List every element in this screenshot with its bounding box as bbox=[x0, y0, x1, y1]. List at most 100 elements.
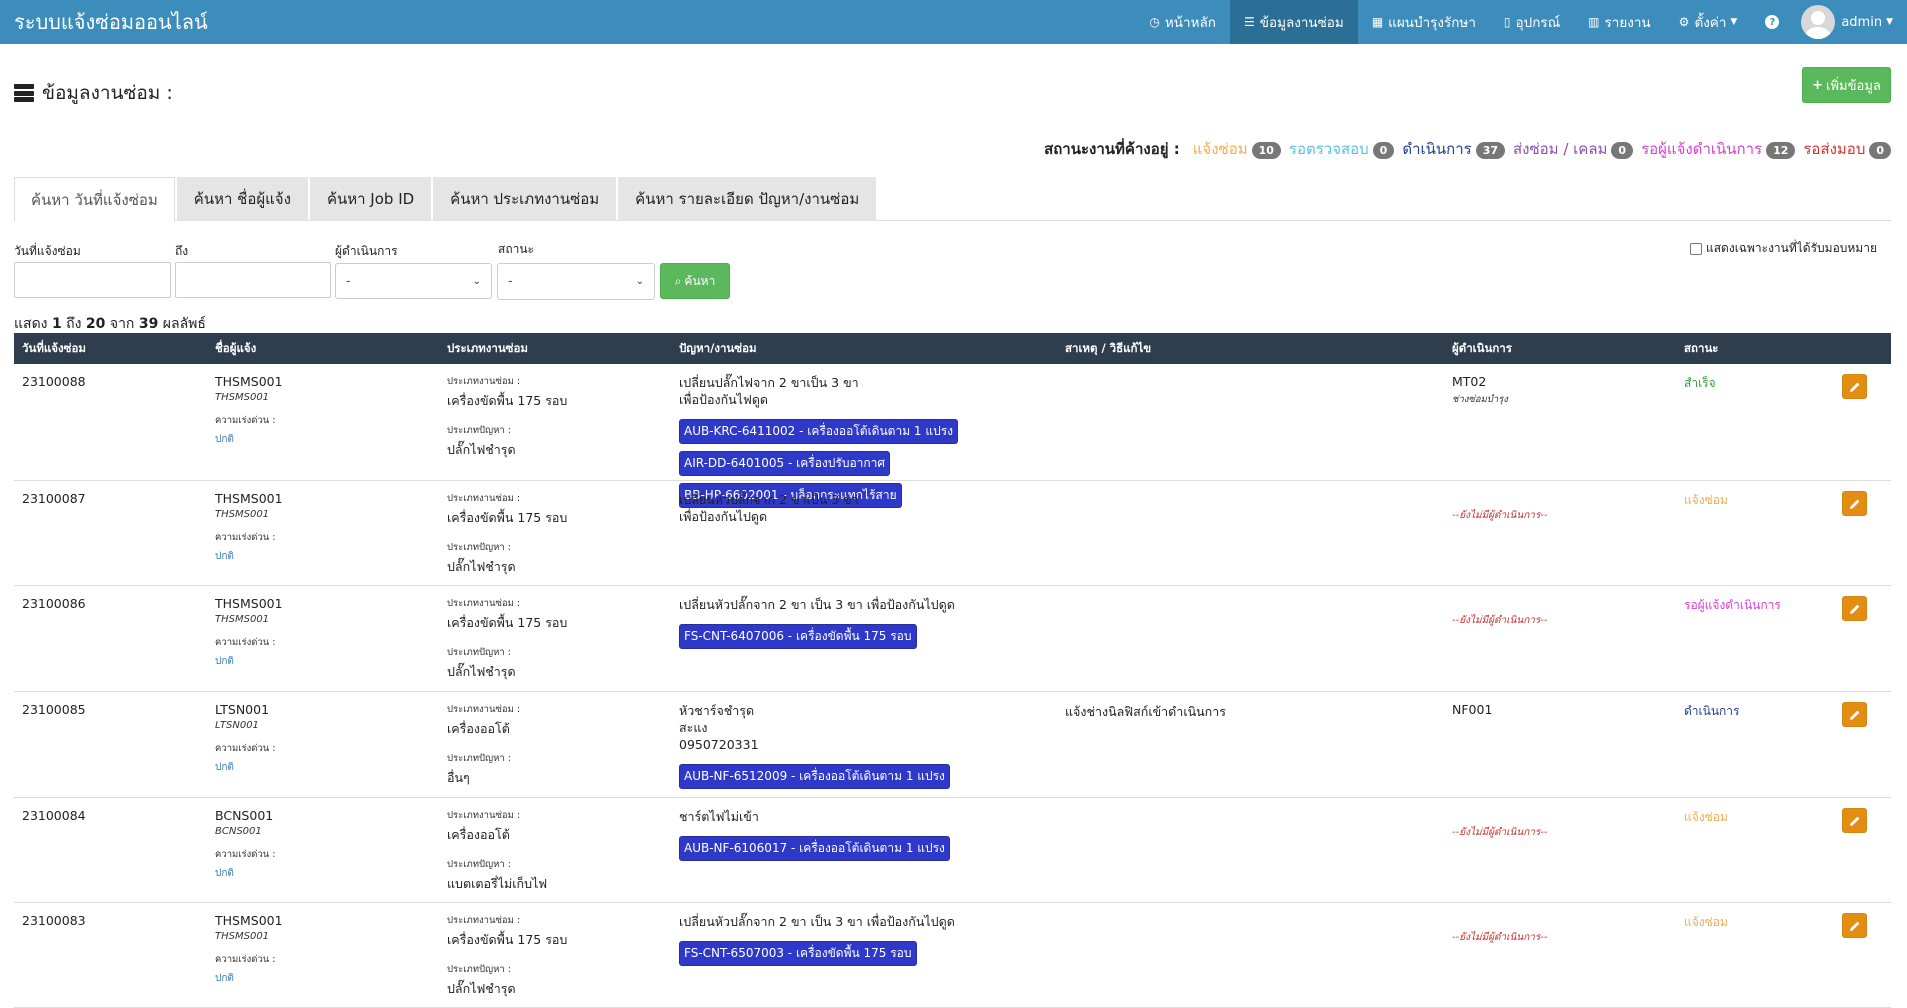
status-badge: 0 bbox=[1869, 142, 1891, 159]
status-label: รอตรวจสอบ bbox=[1288, 140, 1369, 158]
tab-search-repair-type[interactable]: ค้นหา ประเภทงานซ่อม bbox=[433, 177, 617, 221]
operator-select[interactable]: - ⌄ bbox=[335, 263, 492, 299]
status-label: ส่งซ่อม / เคลม bbox=[1513, 140, 1608, 158]
problem-text: หัวชาร์จชำรุด สะแง 0950720331 bbox=[679, 703, 759, 752]
status-pending-check[interactable]: รอตรวจสอบ 0 bbox=[1288, 137, 1395, 161]
result-to: 20 bbox=[85, 316, 106, 332]
mobile-icon: ▯ bbox=[1503, 15, 1511, 29]
header-repair-type[interactable]: ประเภทงานซ่อม bbox=[439, 340, 671, 358]
job-id[interactable]: 23100084 bbox=[22, 808, 199, 823]
assigned-only-toggle[interactable]: แสดงเฉพาะงานที่ได้รับมอบหมาย bbox=[1689, 239, 1877, 258]
header-problem[interactable]: ปัญหา/งานซ่อม bbox=[671, 340, 1057, 358]
repair-type-label: ประเภทงานซ่อม : bbox=[447, 915, 521, 926]
tab-search-reporter[interactable]: ค้นหา ชื่อผู้แจ้ง bbox=[176, 177, 308, 221]
asset-tags: FS-CNT-6507003 - เครื่องขัดพื้น 175 รอบ bbox=[679, 934, 1049, 966]
table-header: วันที่แจ้งซ่อม ชื่อผู้แจ้ง ประเภทงานซ่อม… bbox=[14, 333, 1891, 364]
cause-text: แจ้งช่างนิลฟิสก์เข้าดำเนินการ bbox=[1065, 704, 1226, 719]
asset-tag[interactable]: FS-CNT-6407006 - เครื่องขัดพื้น 175 รอบ bbox=[679, 624, 917, 649]
tab-search-job-id[interactable]: ค้นหา Job ID bbox=[309, 177, 432, 221]
nav-settings[interactable]: ⚙ ตั้งค่า ▼ bbox=[1665, 0, 1752, 44]
nav-reports-label: รายงาน bbox=[1604, 15, 1651, 31]
reporter-sub: THSMS001 bbox=[215, 392, 270, 403]
job-id[interactable]: 23100086 bbox=[22, 596, 199, 611]
add-button[interactable]: + เพิ่มข้อมูล bbox=[1802, 67, 1891, 103]
asset-tag[interactable]: AUB-KRC-6411002 - เครื่องออโต้เดินตาม 1 … bbox=[679, 419, 959, 444]
repair-type-label: ประเภทงานซ่อม : bbox=[447, 704, 521, 715]
user-menu[interactable]: admin ▼ bbox=[1793, 0, 1907, 44]
reporter-sub: BCNS001 bbox=[215, 826, 262, 837]
nav-devices[interactable]: ▯ อุปกรณ์ bbox=[1490, 0, 1574, 44]
repair-type-value: เครื่องขัดพื้น 175 รอบ bbox=[447, 510, 568, 525]
header-reporter[interactable]: ชื่อผู้แจ้ง bbox=[207, 340, 439, 358]
status-label: แจ้งซ่อม bbox=[1192, 140, 1248, 158]
pending-status-summary: สถานะงานที่ค้างอยู่ : แจ้งซ่อม 10 รอตรวจส… bbox=[1044, 137, 1891, 161]
nav-reports[interactable]: ▥ รายงาน bbox=[1574, 0, 1665, 44]
urgency-value: ปกติ bbox=[215, 973, 234, 984]
operator-name: MT02 bbox=[1452, 374, 1487, 389]
asset-tag[interactable]: AIR-DD-6401005 - เครื่องปรับอากาศ bbox=[679, 451, 891, 476]
status-in-progress[interactable]: ดำเนินการ 37 bbox=[1402, 137, 1506, 161]
repair-type-label: ประเภทงานซ่อม : bbox=[447, 598, 521, 609]
problem-text: เปลี่ยนปลั๊กไฟจาก 2 ขาเป็น 3 ขา เพื่อป้อ… bbox=[679, 375, 859, 407]
job-id[interactable]: 23100087 bbox=[22, 491, 199, 506]
status-sent-claim[interactable]: ส่งซ่อม / เคลม 0 bbox=[1513, 137, 1634, 161]
problem-type-value: อื่นๆ bbox=[447, 770, 470, 785]
edit-button[interactable] bbox=[1842, 913, 1867, 938]
app-title[interactable]: ระบบแจ้งซ่อมออนไลน์ bbox=[0, 6, 1135, 38]
status-waiting-reporter[interactable]: รอผู้แจ้งดำเนินการ 12 bbox=[1641, 137, 1796, 161]
nav-maintenance-plan[interactable]: ▦ แผนบำรุงรักษา bbox=[1358, 0, 1490, 44]
date-to-label: ถึง bbox=[175, 244, 189, 258]
result-suffix: ผลลัพธ์ bbox=[162, 316, 206, 332]
edit-button[interactable] bbox=[1842, 491, 1867, 516]
header-date[interactable]: วันที่แจ้งซ่อม bbox=[14, 340, 207, 358]
problem-type-value: ปลั๊กไฟชำรุด bbox=[447, 981, 516, 996]
search-button-label: ค้นหา bbox=[684, 273, 716, 288]
nav-home[interactable]: ◷ หน้าหลัก bbox=[1135, 0, 1230, 44]
reporter-sub: THSMS001 bbox=[215, 614, 270, 625]
urgency-value: ปกติ bbox=[215, 868, 234, 879]
tab-search-problem-detail[interactable]: ค้นหา รายละเอียด ปัญหา/งานซ่อม bbox=[618, 177, 877, 221]
operator-label: ผู้ดำเนินการ bbox=[335, 244, 398, 258]
nav-help[interactable]: ? bbox=[1751, 0, 1793, 44]
result-from: 1 bbox=[51, 316, 62, 332]
job-id[interactable]: 23100083 bbox=[22, 913, 199, 928]
problem-text: ชาร์ตไฟไม่เข้า bbox=[679, 809, 759, 824]
nav-repair-data[interactable]: ☰ ข้อมูลงานซ่อม bbox=[1229, 0, 1358, 44]
problem-type-value: ปลั๊กไฟชำรุด bbox=[447, 559, 516, 574]
repair-type-label: ประเภทงานซ่อม : bbox=[447, 810, 521, 821]
table-row: 23100086 THSMS001 THSMS001 ความเร่งด่วน : ปก… bbox=[14, 586, 1891, 692]
edit-button[interactable] bbox=[1842, 702, 1867, 727]
asset-tag[interactable]: AUB-NF-6106017 - เครื่องออโต้เดินตาม 1 แ… bbox=[679, 836, 950, 861]
asset-tag[interactable]: FS-CNT-6507003 - เครื่องขัดพื้น 175 รอบ bbox=[679, 941, 917, 966]
search-button[interactable]: ⌕ ค้นหา bbox=[660, 263, 730, 299]
header-operator[interactable]: ผู้ดำเนินการ bbox=[1444, 340, 1676, 358]
asset-tag[interactable]: AUB-NF-6512009 - เครื่องออโต้เดินตาม 1 แ… bbox=[679, 764, 950, 789]
result-total: 39 bbox=[138, 316, 159, 332]
edit-button[interactable] bbox=[1842, 808, 1867, 833]
question-circle-icon: ? bbox=[1765, 15, 1780, 29]
date-from-input[interactable] bbox=[14, 262, 171, 298]
status-select[interactable]: - ⌄ bbox=[497, 263, 655, 300]
job-id[interactable]: 23100088 bbox=[22, 374, 199, 389]
edit-button[interactable] bbox=[1842, 596, 1867, 621]
asset-tags: AUB-NF-6106017 - เครื่องออโต้เดินตาม 1 แ… bbox=[679, 829, 1049, 861]
urgency-value: ปกติ bbox=[215, 762, 234, 773]
assigned-only-checkbox[interactable] bbox=[1689, 242, 1702, 255]
reporter-name: THSMS001 bbox=[215, 491, 283, 506]
header-cause[interactable]: สาเหตุ / วิธีแก้ไข bbox=[1057, 340, 1444, 358]
asset-tags: AUB-NF-6512009 - เครื่องออโต้เดินตาม 1 แ… bbox=[679, 757, 1049, 789]
job-id[interactable]: 23100085 bbox=[22, 702, 199, 717]
tab-search-date[interactable]: ค้นหา วันที่แจ้งซ่อม bbox=[14, 177, 175, 222]
no-operator-text: --ยังไม่มีผู้ดำเนินการ-- bbox=[1452, 932, 1548, 943]
date-to-input[interactable] bbox=[175, 262, 331, 298]
status-waiting-delivery[interactable]: รอส่งมอบ 0 bbox=[1803, 137, 1891, 161]
dashboard-icon: ◷ bbox=[1149, 15, 1160, 29]
chevron-down-icon: ⌄ bbox=[635, 276, 644, 287]
repair-type-value: เครื่องออโต้ bbox=[447, 827, 510, 842]
urgency-label: ความเร่งด่วน : bbox=[215, 415, 276, 426]
edit-button[interactable] bbox=[1842, 374, 1867, 399]
repair-type-value: เครื่องขัดพื้น 175 รอบ bbox=[447, 393, 568, 408]
header-status[interactable]: สถานะ bbox=[1676, 340, 1891, 358]
pencil-icon bbox=[1849, 604, 1859, 614]
status-new[interactable]: แจ้งซ่อม 10 bbox=[1193, 137, 1281, 161]
